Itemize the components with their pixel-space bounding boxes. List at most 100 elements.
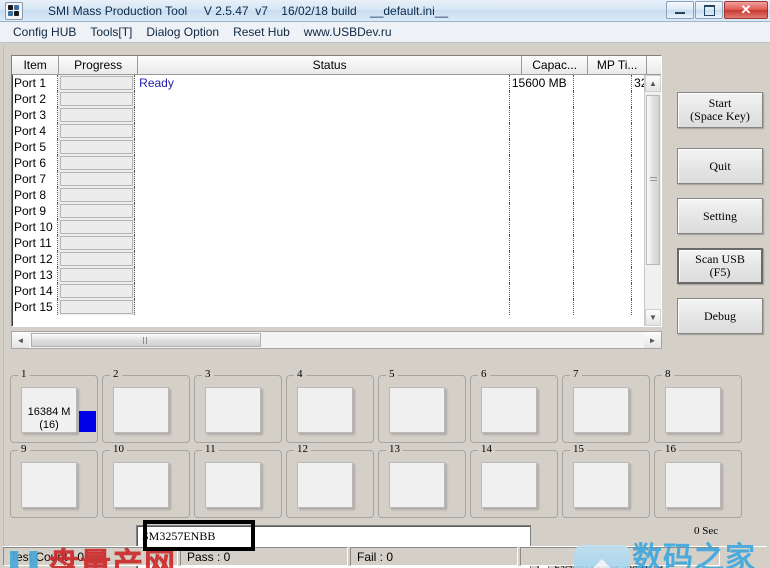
cell-status: [135, 171, 510, 187]
controller-entry[interactable]: SM3257ENBB: [137, 526, 530, 544]
cell-progress: [58, 123, 135, 139]
cell-capacity: [510, 235, 574, 251]
column-header-status[interactable]: Status: [138, 56, 522, 74]
table-row[interactable]: Port 9: [12, 203, 661, 219]
port-slot-number: 7: [570, 368, 582, 380]
port-slot-3[interactable]: 3: [194, 375, 282, 443]
port-slot-1[interactable]: 116384 M(16): [10, 375, 98, 443]
scroll-down-arrow-icon[interactable]: ▼: [645, 309, 661, 326]
column-header-extra[interactable]: [647, 56, 661, 74]
cell-item: Port 9: [12, 203, 58, 219]
port-slot-14[interactable]: 14: [470, 450, 558, 518]
cell-capacity: [510, 155, 574, 171]
start-button[interactable]: Start (Space Key): [677, 92, 763, 128]
table-row[interactable]: Port 12: [12, 251, 661, 267]
setting-button[interactable]: Setting: [677, 198, 763, 234]
cell-mp-time: [574, 91, 632, 107]
vertical-scroll-thumb[interactable]: [646, 95, 660, 265]
table-row[interactable]: Port 1Ready15600 MB32: [12, 75, 661, 91]
port-slot-9[interactable]: 9: [10, 450, 98, 518]
cell-item: Port 12: [12, 251, 58, 267]
table-row[interactable]: Port 11: [12, 235, 661, 251]
table-row[interactable]: Port 10: [12, 219, 661, 235]
scan-usb-button[interactable]: Scan USB (F5): [677, 248, 763, 284]
port-slot-number: 5: [386, 368, 398, 380]
cell-item: Port 5: [12, 139, 58, 155]
close-button[interactable]: ✕: [724, 1, 768, 19]
cell-progress: [58, 267, 135, 283]
progress-bar: [60, 156, 133, 170]
port-slot-7[interactable]: 7: [562, 375, 650, 443]
scroll-right-arrow-icon[interactable]: ►: [644, 332, 661, 348]
port-slot-11[interactable]: 11: [194, 450, 282, 518]
window-build: 16/02/18 build: [281, 4, 356, 18]
table-row[interactable]: Port 8: [12, 187, 661, 203]
cell-mp-time: [574, 235, 632, 251]
application-window: SMI Mass Production Tool V 2.5.47 v7 16/…: [0, 0, 770, 568]
port-slot-5[interactable]: 5: [378, 375, 466, 443]
menu-item-dialog-option[interactable]: Dialog Option: [139, 23, 226, 41]
port-count-label: (16): [22, 419, 76, 431]
port-slot-number: 2: [110, 368, 122, 380]
scroll-up-arrow-icon[interactable]: ▲: [645, 75, 661, 92]
column-header-item[interactable]: Item: [12, 56, 59, 74]
list-horizontal-scrollbar[interactable]: ◄ ►: [11, 331, 662, 349]
menu-item-usbdev-link[interactable]: www.USBDev.ru: [297, 23, 399, 41]
port-slot-16[interactable]: 16: [654, 450, 742, 518]
port-slot-display: [573, 462, 629, 508]
cell-capacity: [510, 187, 574, 203]
menu-item-reset-hub[interactable]: Reset Hub: [226, 23, 297, 41]
port-slot-number: 9: [18, 443, 30, 455]
minimize-button[interactable]: [666, 1, 694, 19]
column-header-mp-time[interactable]: MP Ti...: [588, 56, 647, 74]
menu-bar: Config HUB Tools[T] Dialog Option Reset …: [0, 22, 770, 43]
port-slot-display: [481, 462, 537, 508]
horizontal-scroll-thumb[interactable]: [31, 333, 261, 347]
quit-button[interactable]: Quit: [677, 148, 763, 184]
port-slot-12[interactable]: 12: [286, 450, 374, 518]
cell-capacity: [510, 171, 574, 187]
cell-mp-time: [574, 139, 632, 155]
port-slot-4[interactable]: 4: [286, 375, 374, 443]
cell-status: [135, 91, 510, 107]
cell-capacity: [510, 251, 574, 267]
menu-item-config-hub[interactable]: Config HUB: [6, 23, 83, 41]
title-bar: SMI Mass Production Tool V 2.5.47 v7 16/…: [0, 0, 770, 22]
list-vertical-scrollbar[interactable]: ▲ ▼: [644, 75, 661, 326]
port-slot-display: [205, 462, 261, 508]
column-header-capacity[interactable]: Capac...: [522, 56, 588, 74]
table-row[interactable]: Port 4: [12, 123, 661, 139]
table-row[interactable]: Port 14: [12, 283, 661, 299]
scroll-left-arrow-icon[interactable]: ◄: [12, 332, 29, 348]
menu-item-tools[interactable]: Tools[T]: [83, 23, 139, 41]
port-slot-13[interactable]: 13: [378, 450, 466, 518]
port-slot-15[interactable]: 15: [562, 450, 650, 518]
progress-bar: [60, 172, 133, 186]
port-slot-number: 16: [662, 443, 679, 455]
table-row[interactable]: Port 7: [12, 171, 661, 187]
elapsed-seconds-label: 0 Sec: [694, 525, 718, 537]
progress-bar: [60, 252, 133, 266]
table-row[interactable]: Port 13: [12, 267, 661, 283]
cell-status: [135, 235, 510, 251]
port-slot-8[interactable]: 8: [654, 375, 742, 443]
maximize-button[interactable]: [695, 1, 723, 19]
cell-capacity: [510, 139, 574, 155]
port-slot-display: [113, 387, 169, 433]
port-slot-10[interactable]: 10: [102, 450, 190, 518]
table-row[interactable]: Port 6: [12, 155, 661, 171]
column-header-progress[interactable]: Progress: [59, 56, 138, 74]
cell-progress: [58, 91, 135, 107]
progress-bar: [60, 124, 133, 138]
table-row[interactable]: Port 5: [12, 139, 661, 155]
table-row[interactable]: Port 2: [12, 91, 661, 107]
port-slot-number: 3: [202, 368, 214, 380]
port-list-view[interactable]: Item Progress Status Capac... MP Ti... P…: [11, 55, 662, 327]
table-row[interactable]: Port 3: [12, 107, 661, 123]
port-slot-2[interactable]: 2: [102, 375, 190, 443]
port-slot-6[interactable]: 6: [470, 375, 558, 443]
table-row[interactable]: Port 15: [12, 299, 661, 315]
port-slot-display: [297, 387, 353, 433]
status-test-count: Test Count : 0: [3, 547, 178, 566]
debug-button[interactable]: Debug: [677, 298, 763, 334]
